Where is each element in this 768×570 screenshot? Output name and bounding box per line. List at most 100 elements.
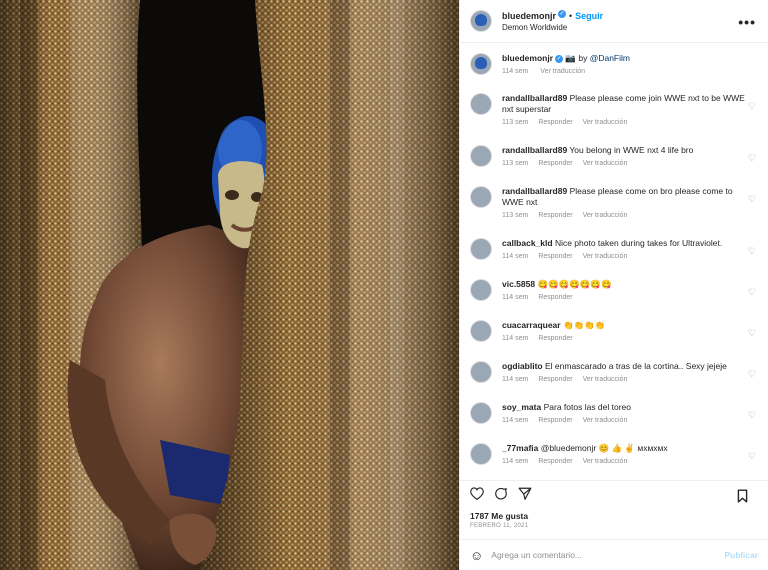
comment-text: @bluedemonjr 😊 👍 ✌ мхмхмх (540, 443, 668, 453)
comments-panel: bluedemonjr ✓ • Seguir Demon Worldwide ••• … (459, 0, 768, 570)
translate-link[interactable]: Ver traducción (583, 160, 628, 167)
comment-item: vic.5858 😋😋😋😋😋😋😋 114 sem Responder ♡ (470, 279, 758, 320)
follow-button[interactable]: Seguir (575, 11, 603, 21)
comment-username[interactable]: _77mafia (502, 443, 538, 453)
comment-text: 👏👏👏👏 (562, 320, 606, 330)
comment-username[interactable]: cuacarraquear (502, 320, 561, 330)
comment-time: 114 sem (502, 458, 529, 465)
comment-item: ogdiablito El enmascarado a tras de la c… (470, 361, 758, 402)
avatar[interactable] (470, 186, 492, 208)
comment-text: Nice photo taken during takes for Ultrav… (554, 238, 723, 248)
reply-link[interactable]: Responder (538, 294, 572, 301)
caption: bluedemonjr ✓ 📷 by @DanFilm 114 sem Ver t… (470, 53, 758, 93)
reply-link[interactable]: Responder (538, 160, 572, 167)
reply-link[interactable]: Responder (538, 458, 572, 465)
verified-badge-icon: ✓ (558, 10, 567, 19)
caption-camera-text: 📷 by (565, 53, 588, 63)
comment-text: El enmascarado a tras de la cortina.. Se… (544, 361, 727, 371)
reply-link[interactable]: Responder (538, 119, 572, 126)
post-date: FEBRERO 11, 2021 (470, 523, 529, 529)
comment-like-heart-icon[interactable]: ♡ (748, 153, 756, 164)
comment-item: soy_mata Para fotos las del toreo 114 se… (470, 402, 758, 443)
post-comment-button[interactable]: Publicar (724, 550, 758, 560)
comment-text: You belong in WWE nxt 4 life bro (569, 145, 694, 155)
avatar[interactable] (470, 443, 492, 465)
avatar[interactable] (470, 361, 492, 383)
comment-item: randallballard89 Please please come on b… (470, 186, 758, 238)
comments-list[interactable]: bluedemonjr ✓ 📷 by @DanFilm 114 sem Ver t… (460, 43, 768, 480)
comment-like-heart-icon[interactable]: ♡ (748, 287, 756, 298)
avatar[interactable] (470, 320, 492, 342)
comment-like-heart-icon[interactable]: ♡ (748, 369, 756, 380)
translate-link[interactable]: Ver traducción (583, 212, 628, 219)
avatar[interactable] (470, 93, 492, 115)
avatar[interactable] (470, 10, 492, 32)
comment-item: callback_kld Nice photo taken during tak… (470, 238, 758, 279)
bookmark-icon[interactable] (737, 489, 748, 508)
comment-icon[interactable] (494, 487, 508, 506)
comment-like-heart-icon[interactable]: ♡ (748, 101, 756, 112)
reply-link[interactable]: Responder (538, 417, 572, 424)
avatar[interactable] (470, 53, 492, 75)
more-options-icon[interactable]: ••• (738, 14, 756, 30)
comment-like-heart-icon[interactable]: ♡ (748, 246, 756, 257)
comment-time: 114 sem (502, 417, 529, 424)
reply-link[interactable]: Responder (538, 253, 572, 260)
post-modal: bluedemonjr ✓ • Seguir Demon Worldwide ••• … (0, 0, 768, 570)
caption-username[interactable]: bluedemonjr (502, 53, 553, 63)
comment-username[interactable]: randallballard89 (502, 93, 567, 103)
comment-item: cuacarraquear 👏👏👏👏 114 sem Responder ♡ (470, 320, 758, 361)
caption-meta: 114 sem Ver traducción (502, 68, 752, 75)
comment-username[interactable]: randallballard89 (502, 145, 567, 155)
avatar[interactable] (470, 402, 492, 424)
translate-link[interactable]: Ver traducción (583, 417, 628, 424)
comment-text: Para fotos las del toreo (543, 402, 632, 412)
separator-dot: • (569, 10, 573, 21)
comment-username[interactable]: ogdiablito (502, 361, 543, 371)
reply-link[interactable]: Responder (538, 335, 572, 342)
comment-username[interactable]: callback_kld (502, 238, 553, 248)
post-photo[interactable] (0, 0, 459, 570)
comment-input[interactable]: Agrega un comentario... (491, 550, 724, 560)
caption-time: 114 sem (502, 68, 529, 75)
location-link[interactable]: Demon Worldwide (502, 22, 603, 34)
comment-time: 114 sem (502, 335, 529, 342)
likes-count[interactable]: 1787 Me gusta (460, 511, 768, 522)
comment-item: randallballard89 You belong in WWE nxt 4… (470, 145, 758, 186)
comment-username[interactable]: soy_mata (502, 402, 541, 412)
translate-link[interactable]: Ver traducción (583, 119, 628, 126)
add-comment-bar: ☺ Agrega un comentario... Publicar (460, 539, 768, 570)
comment-like-heart-icon[interactable]: ♡ (748, 194, 756, 205)
reply-link[interactable]: Responder (538, 376, 572, 383)
action-bar (460, 480, 768, 511)
comment-username[interactable]: randallballard89 (502, 186, 567, 196)
caption-text: bluedemonjr ✓ 📷 by @DanFilm (502, 53, 752, 64)
translate-link[interactable]: Ver traducción (583, 458, 628, 465)
caption-translate-link[interactable]: Ver traducción (540, 68, 585, 75)
comment-username[interactable]: vic.5858 (502, 279, 535, 289)
heart-icon[interactable] (470, 487, 484, 505)
avatar[interactable] (470, 238, 492, 260)
caption-mention-link[interactable]: @DanFilm (590, 53, 630, 63)
comment-time: 113 sem (502, 119, 529, 126)
avatar[interactable] (470, 145, 492, 167)
comment-time: 114 sem (502, 376, 529, 383)
comment-item: _77mafia @bluedemonjr 😊 👍 ✌ мхмхмх 114 s… (470, 443, 758, 479)
comment-like-heart-icon[interactable]: ♡ (748, 410, 756, 421)
caption-body: bluedemonjr ✓ 📷 by @DanFilm 114 sem Ver t… (502, 53, 752, 93)
post-header: bluedemonjr ✓ • Seguir Demon Worldwide ••• (460, 0, 768, 43)
avatar[interactable] (470, 279, 492, 301)
comment-like-heart-icon[interactable]: ♡ (748, 328, 756, 339)
emoji-icon[interactable]: ☺ (470, 548, 483, 563)
send-icon[interactable] (518, 487, 532, 505)
photo-illustration (0, 0, 459, 570)
reply-link[interactable]: Responder (538, 212, 572, 219)
header-text: bluedemonjr ✓ • Seguir Demon Worldwide (502, 9, 603, 34)
comment-item: randallballard89 Please please come join… (470, 93, 758, 145)
translate-link[interactable]: Ver traducción (583, 376, 628, 383)
comment-time: 114 sem (502, 253, 529, 260)
header-username[interactable]: bluedemonjr (502, 11, 556, 21)
translate-link[interactable]: Ver traducción (583, 253, 628, 260)
comment-like-heart-icon[interactable]: ♡ (748, 451, 756, 462)
comment-time: 114 sem (502, 294, 529, 301)
